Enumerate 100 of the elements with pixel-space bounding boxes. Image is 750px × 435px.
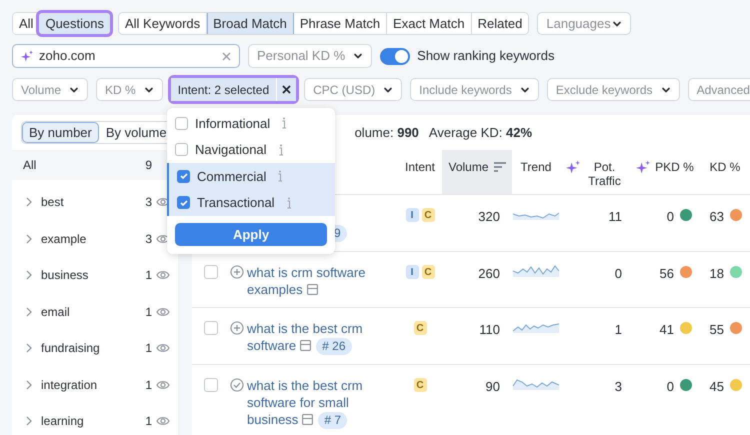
group-count: 1 — [145, 413, 152, 430]
group-item[interactable]: best — [41, 193, 146, 212]
match-tab[interactable]: All Keywords — [119, 13, 208, 34]
kd-value: 55 — [710, 321, 724, 339]
column-header[interactable]: Trend — [520, 160, 552, 174]
close-icon — [282, 85, 292, 94]
pkd-value: 0 — [666, 208, 674, 226]
chevron-right-icon — [26, 306, 32, 317]
intent-filter[interactable]: Intent: 2 selected — [170, 78, 278, 101]
chevron-right-icon — [26, 343, 32, 354]
eye-icon — [156, 196, 170, 208]
row-checkbox[interactable] — [204, 378, 218, 392]
traffic-value: 11 — [608, 209, 622, 224]
intent-badge: I — [406, 265, 418, 279]
kd-value: 45 — [710, 378, 724, 396]
chevron-right-icon — [26, 197, 32, 208]
domain-input[interactable]: zoho.com — [39, 46, 216, 66]
intent-option[interactable]: Commercial — [167, 163, 335, 190]
chevron-down-icon — [144, 84, 154, 94]
toggle-label: Show ranking keywords — [417, 47, 554, 66]
check-icon — [178, 198, 188, 208]
info-icon — [277, 170, 284, 182]
chevron-down-icon — [612, 18, 622, 28]
chevron-down-icon — [383, 84, 394, 94]
traffic-value: 3 — [614, 379, 622, 394]
sparkle-icon — [566, 160, 580, 174]
intent-option[interactable]: Transactional — [167, 190, 335, 216]
pkd-value: 41 — [660, 321, 674, 339]
summary-stat: olume: 990 — [354, 124, 419, 142]
column-header[interactable]: KD % — [710, 160, 740, 174]
keyword-link[interactable]: what is crm software examples — [247, 264, 398, 298]
eye-icon — [156, 378, 170, 391]
column-header[interactable]: Volume — [448, 160, 489, 174]
row-checkbox[interactable] — [204, 321, 218, 335]
group-count: 1 — [145, 267, 152, 284]
chevron-down-icon — [353, 51, 364, 61]
remove-filter-button[interactable] — [277, 78, 296, 101]
match-tab[interactable]: Broad Match — [207, 13, 294, 34]
group-item[interactable]: integration — [41, 376, 146, 394]
volume-value: 260 — [478, 266, 500, 281]
column-header[interactable]: PKD % — [655, 160, 694, 174]
chevron-down-icon — [520, 84, 530, 94]
kd-value: 63 — [710, 208, 724, 226]
group-count: 3 — [145, 194, 152, 212]
chevron-right-icon — [26, 416, 32, 426]
trend-sparkline — [513, 321, 559, 333]
position-badge: # 26 — [316, 338, 352, 355]
ranking-toggle[interactable] — [380, 48, 410, 64]
info-icon — [278, 144, 284, 156]
sparkle-icon — [21, 50, 33, 62]
group-count: 1 — [145, 304, 152, 321]
intent-badge: C — [422, 208, 434, 222]
group-item[interactable]: business — [41, 266, 146, 284]
eye-icon — [156, 269, 170, 282]
summary-stat: Average KD: 42% — [428, 124, 532, 142]
kd-value: 18 — [710, 265, 724, 283]
traffic-value: 0 — [614, 266, 622, 281]
group-count: 1 — [145, 376, 152, 394]
volume-value: 320 — [478, 209, 500, 224]
eye-icon — [156, 306, 170, 318]
eye-icon — [156, 415, 170, 428]
group-count: 3 — [145, 230, 152, 248]
chevron-right-icon — [26, 270, 32, 280]
trend-sparkline — [513, 378, 559, 390]
keyword-link[interactable]: what is the best crm software # 26 — [247, 320, 398, 355]
group-item[interactable]: email — [41, 302, 146, 321]
group-item[interactable]: example — [41, 230, 146, 248]
group-label: All — [23, 157, 36, 174]
chevron-down-icon — [660, 84, 671, 94]
group-count: 1 — [145, 340, 152, 358]
chevron-down-icon — [69, 84, 80, 94]
apply-button[interactable]: Apply — [175, 223, 327, 246]
clear-icon — [222, 52, 231, 60]
intent-badge: C — [422, 265, 434, 279]
intent-badge: I — [406, 208, 418, 222]
row-checkbox[interactable] — [204, 265, 218, 279]
volume-value: 90 — [486, 379, 500, 394]
info-icon — [286, 196, 292, 209]
column-header[interactable]: Pot. Traffic — [585, 160, 624, 188]
group-item[interactable]: learning — [41, 412, 146, 430]
keyword-link[interactable]: what is the best crm software for small business # 7 — [247, 377, 398, 429]
chevron-right-icon — [26, 234, 32, 244]
volume-value: 110 — [479, 322, 500, 337]
group-count: 9 — [145, 157, 152, 174]
eye-icon — [156, 342, 170, 354]
trend-sparkline — [513, 265, 559, 277]
traffic-value: 1 — [614, 322, 622, 337]
filter-tab[interactable]: Questions — [39, 13, 110, 34]
intent-badge: C — [414, 378, 426, 392]
check-icon — [178, 171, 188, 182]
view-tab[interactable]: By number — [22, 122, 99, 143]
domain-field[interactable]: zoho.com — [12, 44, 240, 68]
intent-badge: C — [414, 321, 426, 335]
position-badge: # 7 — [318, 412, 347, 429]
sparkle-icon — [636, 160, 650, 174]
serp-icon — [302, 414, 314, 425]
group-item[interactable]: fundraising — [41, 339, 146, 358]
column-header[interactable]: Intent — [404, 160, 436, 174]
pkd-value: 0 — [666, 378, 674, 396]
info-icon — [281, 117, 288, 130]
